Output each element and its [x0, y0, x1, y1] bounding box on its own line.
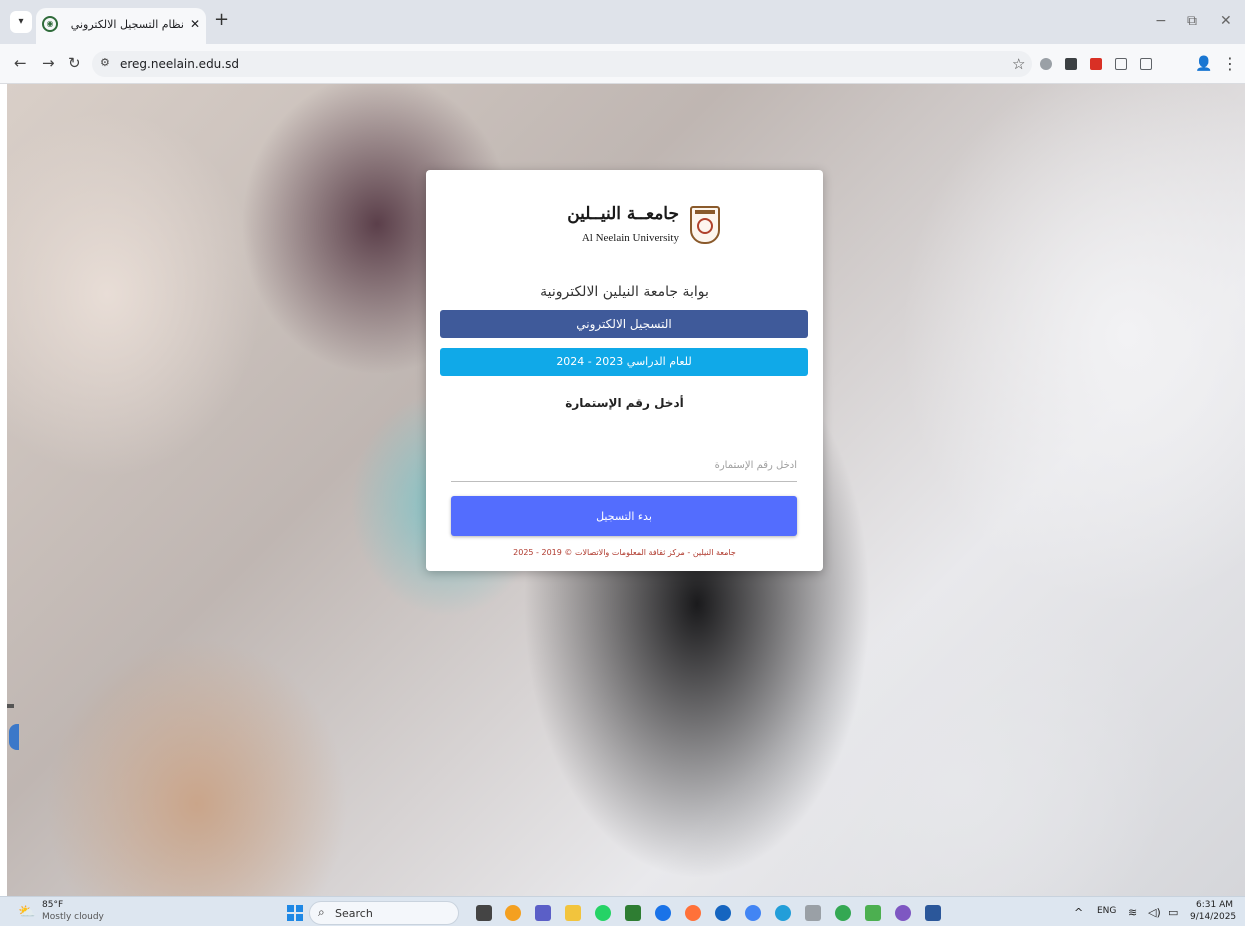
restore-button[interactable]: ⧉	[1187, 13, 1197, 29]
teams-icon[interactable]	[535, 905, 551, 921]
file-explorer-icon[interactable]	[565, 905, 581, 921]
forward-arrow-icon[interactable]: →	[42, 54, 55, 72]
browser-toolbar: ← → ↻ ⚙ ereg.neelain.edu.sd ☆ 👤 ⋮	[0, 44, 1245, 84]
extension-globe-icon[interactable]	[1040, 58, 1052, 70]
star-icon[interactable]: ☆	[1012, 55, 1025, 73]
logo-arabic-text: جامعــة النيــلين	[567, 204, 679, 224]
start-registration-button[interactable]: بدء التسجيل	[451, 496, 797, 536]
task-view-icon[interactable]	[476, 905, 492, 921]
site-info-icon[interactable]: ⚙	[100, 56, 110, 69]
chrome-icon[interactable]	[745, 905, 761, 921]
academic-year-banner: للعام الدراسي 2023 - 2024	[440, 348, 808, 376]
registration-banner: التسجيل الالكتروني	[440, 310, 808, 338]
address-bar[interactable]: ⚙ ereg.neelain.edu.sd	[92, 51, 1032, 77]
word-icon[interactable]	[925, 905, 941, 921]
tray-chevron-icon[interactable]: ^	[1074, 906, 1083, 919]
chevron-down-icon[interactable]: ▾	[10, 11, 32, 33]
store-icon[interactable]	[625, 905, 641, 921]
chrome-alt-icon[interactable]	[895, 905, 911, 921]
clock-date[interactable]: 9/14/2025	[1190, 912, 1236, 922]
browser-tab[interactable]: ◉ نظام التسجيل الالكتروني ✕	[36, 8, 206, 44]
firefox-icon[interactable]	[685, 905, 701, 921]
taskbar-search[interactable]: ⌕ Search	[309, 901, 459, 925]
site-favicon-icon: ◉	[42, 16, 58, 32]
form-number-label: أدخل رقم الإستمارة	[565, 396, 684, 410]
extensions-puzzle-icon[interactable]	[1140, 58, 1152, 70]
profile-avatar-icon[interactable]: 👤	[1195, 56, 1212, 72]
app-icon[interactable]	[805, 905, 821, 921]
new-tab-button[interactable]: +	[214, 11, 229, 29]
weather-temperature[interactable]: 85°F	[42, 900, 63, 910]
browser-tab-strip: ▾ ◉ نظام التسجيل الالكتروني ✕ + − ⧉ ✕	[0, 0, 1245, 44]
search-label: Search	[335, 907, 373, 920]
registration-card: جامعــة النيــلين Al Neelain University …	[426, 170, 823, 571]
university-crest-icon	[690, 206, 720, 244]
volume-icon[interactable]: ◁)	[1148, 906, 1161, 919]
chrome-profile-icon[interactable]	[835, 905, 851, 921]
windows-taskbar: ⛅ 85°F Mostly cloudy ⌕ Search ^ ENG ≋ ◁)…	[0, 896, 1245, 926]
windows-start-icon[interactable]	[287, 905, 303, 921]
weather-icon[interactable]: ⛅	[18, 904, 35, 920]
edge-mark	[7, 704, 14, 708]
url-text[interactable]: ereg.neelain.edu.sd	[120, 57, 239, 71]
copyright-footer: جامعة النيلين - مركز ثقافة المعلومات وال…	[513, 548, 736, 557]
hp-icon[interactable]	[715, 905, 731, 921]
back-arrow-icon[interactable]: ←	[14, 54, 27, 72]
wifi-icon[interactable]: ≋	[1128, 906, 1137, 919]
university-logo: جامعــة النيــلين Al Neelain University	[426, 200, 823, 256]
telegram-icon[interactable]	[775, 905, 791, 921]
extension-pdf-icon[interactable]	[1090, 58, 1102, 70]
minimize-button[interactable]: −	[1155, 13, 1167, 29]
notepad-icon[interactable]	[865, 905, 881, 921]
reload-icon[interactable]: ↻	[68, 54, 81, 72]
copilot-icon[interactable]	[505, 905, 521, 921]
edge-icon[interactable]	[655, 905, 671, 921]
portal-title: بوابة جامعة النيلين الالكترونية	[540, 284, 709, 300]
language-indicator[interactable]: ENG	[1097, 906, 1116, 916]
more-vert-icon[interactable]: ⋮	[1222, 54, 1238, 73]
search-icon: ⌕	[318, 905, 325, 919]
form-number-input[interactable]	[451, 450, 797, 482]
battery-icon[interactable]: ▭	[1168, 906, 1178, 919]
extension-shield-icon[interactable]	[1065, 58, 1077, 70]
close-window-button[interactable]: ✕	[1220, 13, 1232, 29]
edge-tab-shape	[9, 724, 19, 750]
clock-time[interactable]: 6:31 AM	[1196, 900, 1233, 910]
extension-camera-icon[interactable]	[1115, 58, 1127, 70]
tab-close-icon[interactable]: ✕	[190, 17, 200, 31]
weather-description[interactable]: Mostly cloudy	[42, 912, 104, 922]
whatsapp-icon[interactable]	[595, 905, 611, 921]
tab-title: نظام التسجيل الالكتروني	[70, 18, 184, 31]
logo-english-text: Al Neelain University	[581, 232, 679, 244]
